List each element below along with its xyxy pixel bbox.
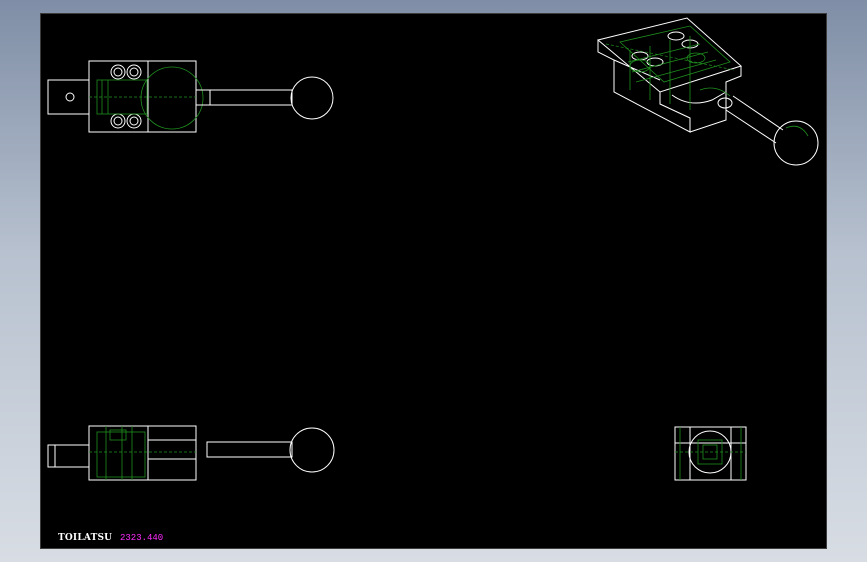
block-outline bbox=[88, 425, 197, 481]
block-right-face bbox=[689, 66, 742, 133]
handle-rod bbox=[209, 89, 293, 106]
cad-drawing bbox=[47, 17, 819, 481]
front-view bbox=[47, 425, 335, 481]
bolt-hole bbox=[667, 31, 685, 41]
block-top-face bbox=[596, 17, 742, 93]
cam-circle-hidden bbox=[140, 66, 204, 130]
shank-outline bbox=[47, 444, 90, 468]
bolt-hole bbox=[110, 113, 126, 129]
bolt-hole bbox=[126, 64, 142, 80]
handle-rod bbox=[725, 95, 784, 144]
block-front-face bbox=[597, 40, 691, 133]
isometric-view bbox=[596, 17, 819, 166]
handle-knob bbox=[290, 76, 334, 120]
bolt-hole bbox=[110, 64, 126, 80]
bolt-hole bbox=[126, 113, 142, 129]
company-stamp: TOILATSU bbox=[58, 533, 113, 543]
handle-knob bbox=[773, 120, 819, 166]
block-outline bbox=[88, 60, 197, 133]
side-view bbox=[674, 426, 747, 481]
handle-knob bbox=[289, 427, 335, 473]
drawing-code: 2323.440 bbox=[120, 533, 164, 543]
shank-outline bbox=[47, 79, 90, 115]
handle-rod bbox=[206, 441, 293, 458]
top-view bbox=[47, 60, 334, 133]
shank-hole bbox=[65, 92, 75, 102]
block-outline bbox=[674, 426, 747, 481]
